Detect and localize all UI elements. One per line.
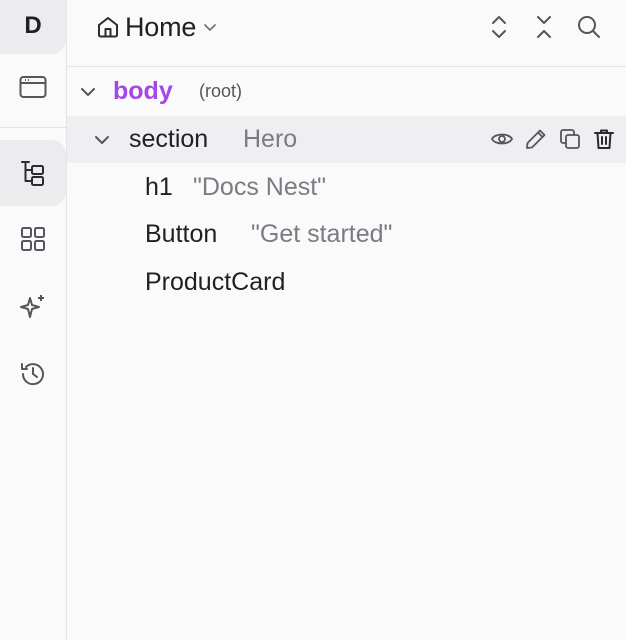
page-title: Home	[125, 11, 197, 42]
history-button[interactable]	[0, 341, 66, 407]
node-label: Hero	[243, 125, 298, 153]
rail-divider	[0, 127, 66, 128]
left-rail: D	[0, 0, 67, 640]
ai-button[interactable]	[0, 274, 66, 340]
workspace-avatar[interactable]: D	[0, 0, 66, 54]
eye-icon[interactable]	[490, 127, 514, 151]
tree-row-productcard[interactable]: ProductCard	[67, 259, 626, 306]
row-actions	[490, 127, 616, 151]
history-icon	[19, 360, 47, 388]
tree-row-button[interactable]: Button "Get started"	[67, 211, 626, 258]
node-label: "Docs Nest"	[193, 173, 327, 201]
tree-row-h1[interactable]: h1 "Docs Nest"	[67, 164, 626, 211]
pages-button[interactable]	[0, 54, 66, 120]
copy-icon[interactable]	[558, 127, 582, 151]
trash-icon[interactable]	[592, 127, 616, 151]
chevron-down-icon[interactable]	[91, 129, 113, 151]
layers-tree-icon	[19, 159, 47, 187]
search-icon	[576, 14, 602, 40]
chevron-down-icon	[202, 19, 218, 35]
collapse-all-button[interactable]	[531, 14, 557, 40]
node-name: section	[129, 125, 209, 153]
components-button[interactable]	[0, 206, 66, 272]
node-label: (root)	[199, 81, 243, 101]
chevron-down-icon[interactable]	[77, 81, 99, 103]
node-name: h1	[145, 173, 173, 201]
tree-row-section[interactable]: section Hero	[67, 116, 626, 163]
sparkles-ai-icon	[18, 292, 48, 322]
node-label: "Get started"	[251, 220, 393, 248]
expand-all-button[interactable]	[486, 14, 512, 40]
pencil-icon[interactable]	[524, 127, 548, 151]
header-bar: Home	[67, 0, 626, 67]
browser-window-icon	[19, 75, 47, 99]
app-window: D Home body (root) section Hero h1 "Docs…	[0, 0, 626, 640]
grid-components-icon	[20, 226, 46, 252]
search-button[interactable]	[576, 14, 602, 40]
avatar-letter: D	[24, 12, 42, 39]
tree-row-body[interactable]: body (root)	[67, 68, 626, 115]
layers-button[interactable]	[0, 140, 66, 206]
node-name: body	[113, 77, 173, 105]
chevrons-up-down-icon	[488, 14, 510, 40]
home-icon	[96, 15, 120, 39]
page-selector[interactable]: Home	[96, 12, 218, 42]
node-name: ProductCard	[145, 268, 286, 296]
chevrons-down-up-icon	[533, 14, 555, 40]
node-name: Button	[145, 220, 218, 248]
